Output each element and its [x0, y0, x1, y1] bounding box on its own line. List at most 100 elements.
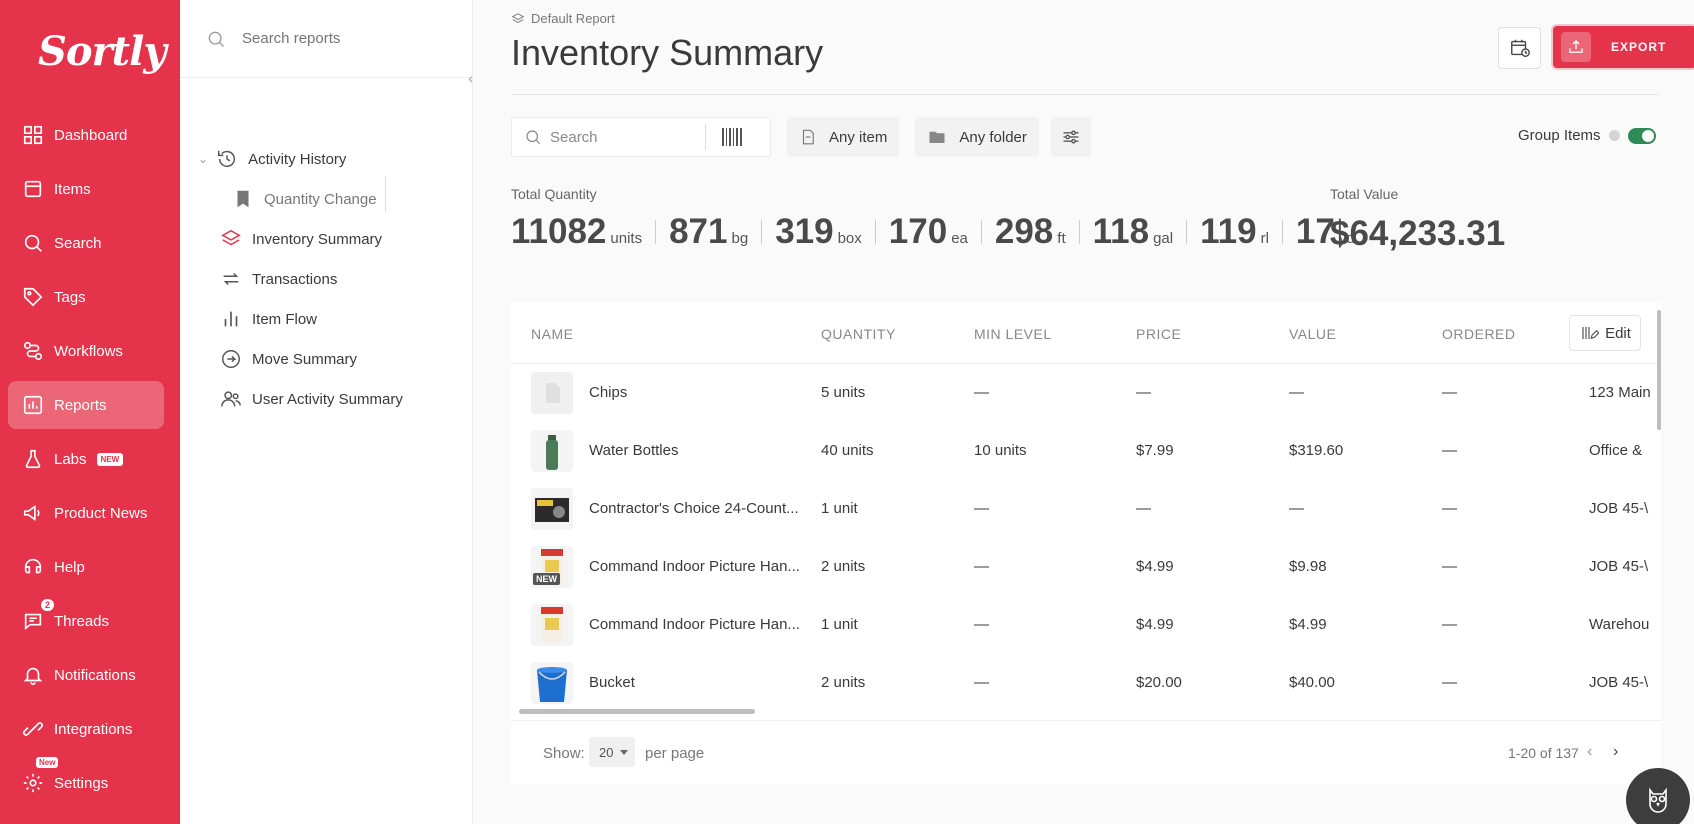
help-icon[interactable]	[1608, 130, 1620, 141]
help-chat-button[interactable]	[1626, 768, 1690, 824]
nav-product-news[interactable]: Product News	[8, 489, 164, 537]
column-header-min-level[interactable]: MIN LEVEL	[974, 326, 1052, 342]
divider	[1186, 220, 1188, 244]
item-name[interactable]: Command Indoor Picture Han...	[589, 616, 800, 633]
help-icon	[24, 558, 42, 574]
layers-icon	[511, 12, 525, 23]
water-bottle-thumbnail	[531, 430, 573, 472]
filter-settings-button[interactable]	[1050, 117, 1091, 157]
item-folder: Warehou	[1589, 616, 1650, 633]
report-move-summary[interactable]: Move Summary	[220, 348, 357, 370]
search-field[interactable]: Search	[511, 117, 771, 157]
new-badge: NEW	[533, 573, 560, 585]
group-items-toggle[interactable]	[1627, 127, 1656, 144]
divider	[980, 220, 982, 244]
column-header-value[interactable]: VALUE	[1289, 326, 1336, 342]
nav-label: Help	[54, 558, 85, 576]
nav-dashboard[interactable]: Dashboard	[8, 111, 164, 159]
nav-integrations[interactable]: Integrations	[8, 705, 164, 753]
divider	[1078, 220, 1080, 244]
divider	[874, 220, 876, 244]
chevron-right-icon[interactable]: ›	[1613, 743, 1618, 761]
nav-labs[interactable]: Labs NEW	[8, 435, 164, 483]
nav-items[interactable]: Items	[8, 165, 164, 213]
table-row[interactable]: Chips 5 units — — — — 123 Main	[511, 364, 1661, 422]
nav-workflows[interactable]: Workflows	[8, 327, 164, 375]
column-header-quantity[interactable]: QUANTITY	[821, 326, 896, 342]
report-quantity-change[interactable]: Quantity Change	[232, 188, 377, 210]
table-row[interactable]: Bucket 2 units — $20.00 $40.00 — JOB 45-…	[511, 654, 1661, 712]
dashboard-icon	[23, 125, 43, 145]
users-icon	[221, 391, 241, 407]
item-name[interactable]: Bucket	[589, 674, 635, 691]
item-min-level: —	[974, 558, 989, 575]
column-header-price[interactable]: PRICE	[1136, 326, 1181, 342]
nav-help[interactable]: Help	[8, 543, 164, 591]
pagination: Show: 20 per page 1-20 of 137 ‹ ›	[511, 720, 1661, 784]
quantity-unit: bg	[731, 230, 749, 247]
schedule-report-button[interactable]	[1498, 27, 1541, 69]
divider	[761, 220, 763, 244]
item-folder: Office &	[1589, 442, 1643, 459]
barcode-icon[interactable]	[722, 128, 742, 146]
any-folder-label: Any folder	[959, 128, 1027, 146]
report-transactions[interactable]: Transactions	[220, 268, 337, 290]
quantity-stat: 871 bg	[669, 212, 748, 252]
quantity-stat: 119 rl	[1200, 212, 1269, 252]
item-name[interactable]: Chips	[589, 384, 627, 401]
quantity-value: 871	[669, 212, 728, 251]
item-quantity: 5 units	[821, 384, 866, 401]
item-min-level: —	[974, 674, 989, 691]
item-ordered: —	[1442, 674, 1457, 691]
breadcrumb-label[interactable]: Default Report	[531, 11, 615, 26]
nav-threads[interactable]: Threads 2	[8, 597, 164, 645]
column-header-name[interactable]: NAME	[531, 326, 573, 342]
item-price: $7.99	[1136, 442, 1174, 459]
sliders-icon	[1063, 130, 1079, 144]
report-inventory-summary[interactable]: Inventory Summary	[220, 228, 382, 250]
nav-tags[interactable]: Tags	[8, 273, 164, 321]
edit-columns-button[interactable]: Edit	[1569, 315, 1641, 351]
edit-columns-icon	[1582, 327, 1600, 340]
column-header-ordered[interactable]: ORDERED	[1442, 326, 1516, 342]
item-name[interactable]: Command Indoor Picture Han...	[589, 558, 800, 575]
chevron-down-icon[interactable]: ⌄	[198, 152, 208, 166]
nav-search[interactable]: Search	[8, 219, 164, 267]
search-placeholder: Search	[550, 128, 598, 146]
nav-label: Dashboard	[54, 126, 128, 144]
quantity-unit: gal	[1153, 230, 1174, 247]
item-name[interactable]: Contractor's Choice 24-Count...	[589, 500, 799, 517]
scrollbar-thumb[interactable]	[519, 709, 755, 714]
nav-reports[interactable]: Reports	[8, 381, 164, 429]
export-label: EXPORT	[1611, 40, 1667, 54]
any-folder-filter[interactable]: Any folder	[915, 117, 1039, 157]
chevron-left-icon[interactable]: ‹	[1587, 743, 1592, 761]
table-row[interactable]: Contractor's Choice 24-Count... 1 unit —…	[511, 480, 1661, 538]
search-icon	[24, 234, 42, 252]
quantity-value: 119	[1200, 212, 1257, 251]
item-ordered: —	[1442, 442, 1457, 459]
inventory-table: NAME QUANTITY MIN LEVEL PRICE VALUE ORDE…	[511, 302, 1661, 784]
search-icon	[526, 130, 541, 145]
nav-settings[interactable]: Settings New	[8, 757, 164, 807]
item-quantity: 2 units	[821, 674, 866, 691]
item-folder: JOB 45-\	[1589, 500, 1649, 517]
horizontal-scrollbar[interactable]	[519, 709, 1649, 714]
quantity-value: 118	[1092, 212, 1150, 251]
nav-notifications[interactable]: Notifications	[8, 651, 164, 699]
table-row[interactable]: Water Bottles 40 units 10 units $7.99 $3…	[511, 422, 1661, 480]
item-name[interactable]: Water Bottles	[589, 442, 678, 459]
main-content: Default Report Inventory Summary EXPORT …	[473, 0, 1694, 824]
any-item-filter[interactable]: Any item	[787, 117, 900, 157]
export-button[interactable]: EXPORT	[1553, 26, 1694, 68]
per-page-select[interactable]: 20	[589, 737, 635, 767]
search-reports-input[interactable]	[242, 30, 442, 47]
vertical-scrollbar[interactable]	[1657, 310, 1661, 430]
table-row[interactable]: NEW Command Indoor Picture Han... 2 unit…	[511, 538, 1661, 596]
report-activity-history[interactable]: ⌄ Activity History	[198, 148, 346, 170]
report-user-activity-summary[interactable]: User Activity Summary	[220, 388, 403, 410]
table-row[interactable]: Command Indoor Picture Han... 1 unit — $…	[511, 596, 1661, 654]
report-item-flow[interactable]: Item Flow	[220, 308, 317, 330]
sortly-logo[interactable]: Sortly	[38, 28, 167, 75]
folder-icon	[929, 131, 945, 143]
